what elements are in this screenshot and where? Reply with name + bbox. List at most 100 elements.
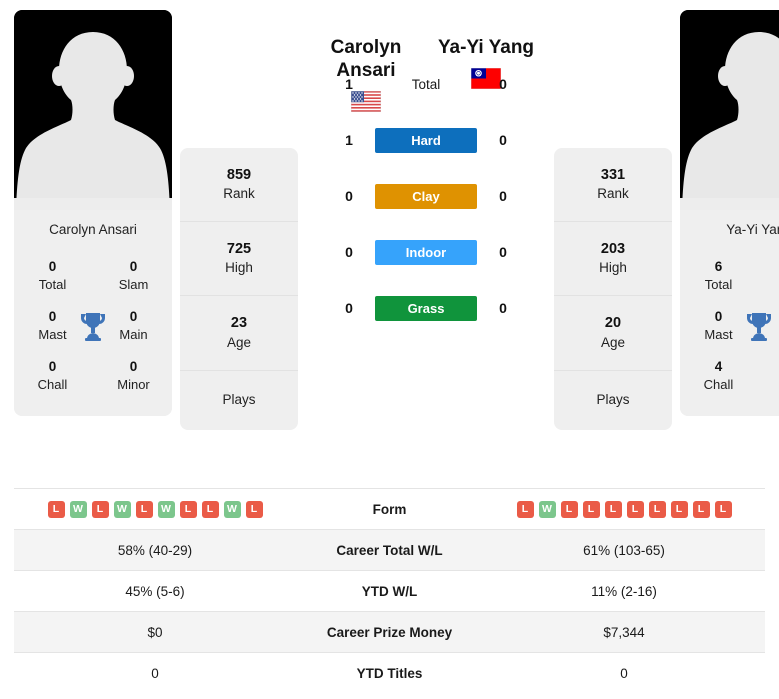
h2h-page: Carolyn Ansari 0 Total 0 Slam 0 Mast 0 M…	[0, 0, 779, 699]
h2h-right-score: 0	[499, 300, 507, 317]
value: 0	[48, 308, 57, 324]
value: 0	[775, 308, 779, 326]
label: Plays	[596, 391, 630, 407]
right-career-wl: 61% (103-65)	[583, 542, 665, 558]
right-plays-cell: Plays	[554, 371, 672, 431]
left-player-card: Carolyn Ansari 0 Total 0 Slam 0 Mast 0 M…	[14, 10, 172, 417]
name-line-1: Ya-Yi Yang	[437, 37, 535, 58]
h2h-surface-badge-clay[interactable]: Clay	[375, 183, 477, 209]
titles-row-chall-minor: 0 Chall 0 Minor	[24, 351, 162, 401]
right-form-cell: LWLLLLLLLL	[483, 489, 765, 530]
table-row-ytd-titles: 0 YTD Titles 0	[14, 652, 765, 694]
table-row-prize-money: $0 Career Prize Money $7,344	[14, 611, 765, 653]
titles-row-chall-minor: 4 Chall 2 Minor	[690, 351, 779, 401]
player-silhouette-icon	[14, 10, 172, 210]
left-age-cell: 23 Age	[180, 296, 298, 371]
left-prize-money: $0	[147, 624, 163, 640]
left-ytd-titles: 0	[151, 665, 159, 681]
value: 203	[600, 241, 626, 258]
form-badge-loss: L	[670, 500, 688, 518]
left-player-photo	[14, 10, 172, 210]
value: 0	[775, 258, 779, 276]
h2h-center-column: Carolyn Ansari Ya-Yi Yang 1 Total 0 1 Ha…	[306, 10, 546, 336]
trophy-icon	[77, 311, 109, 341]
h2h-row-hard: 1 Hard 0	[336, 112, 516, 168]
form-badge-loss: L	[714, 500, 732, 518]
form-badge-loss: L	[201, 500, 219, 518]
label: Chall	[37, 376, 68, 392]
label: Chall	[703, 376, 734, 392]
right-rank-cell: 331 Rank	[554, 148, 672, 223]
h2h-row-indoor: 0 Indoor 0	[336, 224, 516, 280]
form-badge-win: W	[157, 500, 175, 518]
label: Total	[704, 277, 733, 293]
table-row-career-wl: 58% (40-29) Career Total W/L 61% (103-65…	[14, 529, 765, 571]
value: 6	[714, 259, 723, 274]
h2h-surface-badge-hard[interactable]: Hard	[375, 127, 477, 153]
label: Mast	[704, 326, 733, 342]
titles-row-total-slam: 0 Total 0 Slam	[24, 251, 162, 301]
left-high-cell: 725 High	[180, 222, 298, 297]
left-titles-total: 0 Total	[28, 258, 77, 294]
h2h-surface-badge-indoor[interactable]: Indoor	[375, 239, 477, 265]
form-badge-loss: L	[179, 500, 197, 518]
label: Age	[226, 334, 252, 350]
right-rank-column: 331 Rank 203 High 20 Age Plays	[554, 10, 672, 431]
form-badge-loss: L	[648, 500, 666, 518]
form-badge-loss: L	[626, 500, 644, 518]
h2h-surface-label-total: Total	[411, 76, 441, 92]
form-badge-loss: L	[245, 500, 263, 518]
value: 0	[129, 259, 138, 274]
h2h-left-score: 0	[345, 188, 353, 205]
label: Plays	[222, 391, 256, 407]
label: Minor	[117, 376, 150, 392]
left-player-photo-card: Carolyn Ansari 0 Total 0 Slam 0 Mast 0 M…	[14, 10, 172, 417]
h2h-right-score: 0	[499, 132, 507, 149]
left-titles-main: 0 Main	[109, 308, 158, 344]
right-player-photo-card: Ya-Yi Yang 6 Total 0 Slam	[680, 10, 779, 417]
form-badge-loss: L	[47, 500, 65, 518]
h2h-surface-badge-grass[interactable]: Grass	[375, 295, 477, 321]
trophy-icon-svg	[747, 312, 771, 341]
right-high-cell: 203 High	[554, 222, 672, 297]
value: 0	[714, 308, 723, 324]
form-badge-win: W	[538, 500, 556, 518]
form-badge-win: W	[223, 500, 241, 518]
right-prize-money: $7,344	[603, 624, 645, 640]
left-titles-chall: 0 Chall	[28, 358, 77, 394]
right-player-titles: 6 Total 0 Slam 0 Mast	[680, 247, 779, 417]
right-age-cell: 20 Age	[554, 296, 672, 371]
label: Main	[775, 326, 779, 344]
form-badge-win: W	[113, 500, 131, 518]
titles-row-mast-main: 0 Mast	[690, 301, 779, 351]
label: Rank	[597, 186, 629, 202]
left-player-photo-name: Carolyn Ansari	[14, 210, 172, 247]
trophy-icon-svg	[81, 312, 105, 341]
form-badge-loss: L	[560, 500, 578, 518]
form-badge-loss: L	[91, 500, 109, 518]
h2h-right-score: 0	[499, 244, 507, 261]
value: 4	[714, 358, 723, 374]
right-titles-slam: 0 Slam	[775, 258, 779, 294]
h2h-right-score: 0	[499, 188, 507, 205]
form-badge-loss: L	[604, 500, 622, 518]
h2h-left-score: 0	[345, 244, 353, 261]
trophy-icon	[743, 311, 775, 341]
left-rank-card: 859 Rank 725 High 23 Age Plays	[180, 148, 298, 431]
h2h-left-score: 1	[345, 76, 353, 93]
label: High	[225, 260, 253, 276]
left-rank-column: 859 Rank 725 High 23 Age Plays	[180, 10, 298, 431]
titles-row-total-slam: 6 Total 0 Slam	[690, 251, 779, 301]
right-ytd-titles: 0	[620, 665, 628, 681]
left-player-titles: 0 Total 0 Slam 0 Mast 0 Main 0 Chall 0 M…	[14, 247, 172, 417]
label: Mast	[38, 326, 67, 342]
right-player-photo-name: Ya-Yi Yang	[680, 210, 779, 247]
right-titles-chall: 4 Chall	[694, 358, 743, 394]
left-form-badges: LWLWLWLLWL	[15, 500, 295, 518]
row-label-prize-money: Career Prize Money	[326, 624, 453, 640]
player-silhouette-icon	[680, 10, 779, 210]
table-row-ytd-wl: 45% (5-6) YTD W/L 11% (2-16)	[14, 570, 765, 612]
h2h-right-score: 0	[499, 76, 507, 93]
h2h-row-grass: 0 Grass 0	[336, 280, 516, 336]
value: 0	[129, 358, 138, 374]
